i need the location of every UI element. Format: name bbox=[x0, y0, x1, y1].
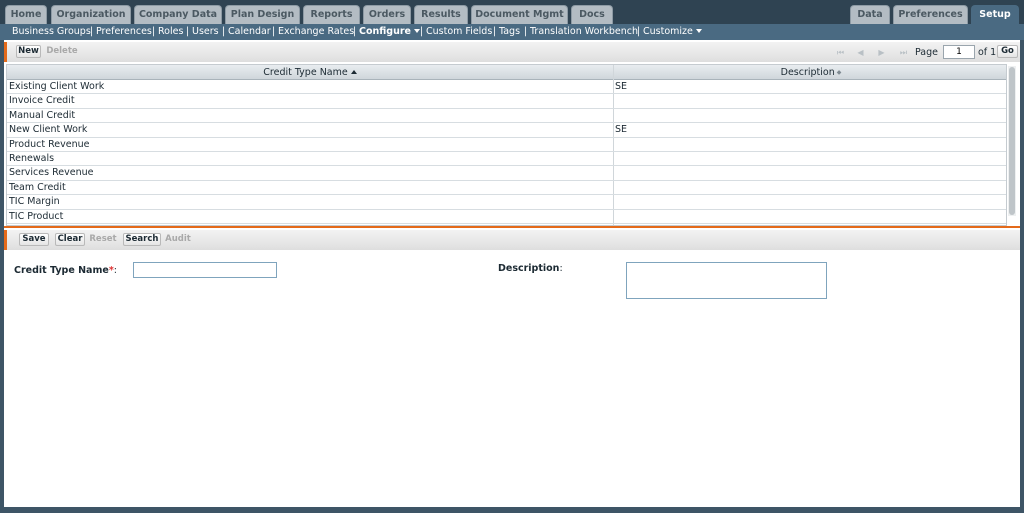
table-row[interactable]: New Client Work SE bbox=[7, 123, 1006, 138]
table-row[interactable]: Team Credit bbox=[7, 181, 1006, 196]
subnav-separator: | bbox=[353, 26, 357, 37]
credit-type-name-label-text: Credit Type Name bbox=[14, 265, 109, 276]
subnav-separator: | bbox=[222, 26, 226, 37]
tab-home[interactable]: Home bbox=[5, 5, 47, 24]
description-textarea[interactable] bbox=[626, 262, 827, 299]
table-row[interactable]: TIC Product bbox=[7, 210, 1006, 224]
tab-preferences[interactable]: Preferences bbox=[893, 5, 968, 24]
clear-button[interactable]: Clear bbox=[55, 233, 85, 246]
scrollbar-thumb[interactable] bbox=[1009, 67, 1015, 215]
sort-icon: ◆ bbox=[836, 69, 842, 76]
table-row[interactable]: TIC Margin bbox=[7, 195, 1006, 210]
description-label-text: Description bbox=[498, 263, 560, 274]
tab-plan-design[interactable]: Plan Design bbox=[225, 5, 300, 24]
table-row[interactable]: Product Revenue bbox=[7, 138, 1006, 152]
search-button[interactable]: Search bbox=[123, 233, 161, 246]
subnav-separator: | bbox=[493, 26, 497, 37]
subnav-custom-fields[interactable]: Custom Fields bbox=[426, 24, 492, 39]
cell-credit-type-name: Product Revenue bbox=[9, 138, 90, 150]
cell-credit-type-name: New Client Work bbox=[9, 124, 88, 136]
tab-organization[interactable]: Organization bbox=[51, 5, 131, 24]
subnav-exchange-rates[interactable]: Exchange Rates bbox=[278, 24, 354, 39]
subnav-translation-workbench[interactable]: Translation Workbench bbox=[530, 24, 638, 39]
cell-credit-type-name: TIC Product bbox=[9, 210, 64, 222]
label-colon: : bbox=[559, 263, 563, 274]
sort-ascending-icon bbox=[350, 70, 357, 74]
column-credit-type-name[interactable]: Credit Type Name bbox=[7, 65, 613, 80]
subnav-roles[interactable]: Roles bbox=[158, 24, 183, 39]
subnav-separator: | bbox=[90, 26, 94, 37]
table-row[interactable]: Manual Credit bbox=[7, 109, 1006, 124]
subnav-customize-label: Customize bbox=[643, 26, 693, 37]
subnav-preferences[interactable]: Preferences bbox=[96, 24, 152, 39]
prev-page-icon[interactable]: ◀ bbox=[856, 48, 865, 57]
form-toolbar: Save Clear Reset Search Audit bbox=[4, 230, 1020, 250]
tab-setup[interactable]: Setup bbox=[971, 5, 1019, 24]
tab-data[interactable]: Data bbox=[850, 5, 890, 24]
cell-description: SE bbox=[615, 124, 628, 136]
delete-button[interactable]: Delete bbox=[45, 45, 79, 58]
tab-reports[interactable]: Reports bbox=[303, 5, 360, 24]
cell-credit-type-name: Existing Client Work bbox=[9, 81, 105, 92]
last-page-icon[interactable]: ⏭ bbox=[899, 48, 908, 57]
tab-results[interactable]: Results bbox=[414, 5, 468, 24]
audit-button[interactable]: Audit bbox=[163, 233, 193, 246]
tab-document-mgmt[interactable]: Document Mgmt bbox=[471, 5, 568, 24]
subnav-separator: | bbox=[186, 26, 190, 37]
table-row[interactable]: Existing Client Work SE bbox=[7, 80, 1006, 95]
table-row[interactable]: Renewals bbox=[7, 152, 1006, 167]
cell-credit-type-name: TIC Margin bbox=[9, 196, 60, 208]
table-row[interactable]: Services Revenue bbox=[7, 166, 1006, 181]
new-button[interactable]: New bbox=[16, 45, 41, 58]
column-description[interactable]: Description ◆ bbox=[614, 65, 1006, 80]
tab-docs[interactable]: Docs bbox=[571, 5, 613, 24]
credit-type-name-label: Credit Type Name*: bbox=[14, 265, 117, 276]
cell-credit-type-name: Services Revenue bbox=[9, 167, 94, 179]
subnav-separator: | bbox=[152, 26, 156, 37]
subnav-customize[interactable]: Customize bbox=[643, 24, 702, 39]
page-label: Page bbox=[915, 47, 938, 58]
tab-company-data[interactable]: Company Data bbox=[134, 5, 222, 24]
label-colon: : bbox=[113, 265, 117, 276]
subnav-separator: | bbox=[524, 26, 528, 37]
page-count: of 1 bbox=[978, 47, 997, 58]
cell-credit-type-name: Team Credit bbox=[9, 181, 66, 193]
description-label: Description: bbox=[498, 263, 563, 274]
first-page-icon[interactable]: ⏮ bbox=[836, 48, 845, 57]
go-button[interactable]: Go bbox=[997, 45, 1018, 58]
grid-toolbar: New Delete ⏮ ◀ ▶ ⏭ Page of 1 Go bbox=[4, 42, 1020, 62]
column-label: Credit Type Name bbox=[263, 67, 348, 78]
grid-scrollbar[interactable] bbox=[1008, 66, 1016, 216]
subnav-separator: | bbox=[637, 26, 641, 37]
grid-header: Credit Type Name Description ◆ bbox=[7, 65, 1006, 80]
page-number-input[interactable] bbox=[943, 45, 975, 59]
save-button[interactable]: Save bbox=[19, 233, 49, 246]
subnav-business-groups[interactable]: Business Groups bbox=[12, 24, 91, 39]
subnav-users[interactable]: Users bbox=[192, 24, 219, 39]
reset-button[interactable]: Reset bbox=[87, 233, 119, 246]
subnav-configure[interactable]: Configure bbox=[359, 24, 420, 39]
section-divider[interactable] bbox=[4, 226, 1020, 228]
cell-credit-type-name: Manual Credit bbox=[9, 109, 76, 121]
main-panel: New Delete ⏮ ◀ ▶ ⏭ Page of 1 Go Credit T… bbox=[4, 40, 1020, 507]
sub-navigation: Business Groups | Preferences | Roles | … bbox=[0, 24, 1024, 40]
subnav-separator: | bbox=[272, 26, 276, 37]
cell-description: SE bbox=[615, 81, 628, 92]
next-page-icon[interactable]: ▶ bbox=[877, 48, 886, 57]
chevron-down-icon bbox=[695, 29, 702, 33]
tab-orders[interactable]: Orders bbox=[363, 5, 411, 24]
subnav-tags[interactable]: Tags bbox=[499, 24, 520, 39]
subnav-configure-label: Configure bbox=[359, 26, 411, 37]
top-tab-bar: Home Organization Company Data Plan Desi… bbox=[0, 0, 1024, 24]
column-label: Description bbox=[780, 67, 835, 78]
credit-type-name-input[interactable] bbox=[133, 262, 277, 278]
cell-credit-type-name: Invoice Credit bbox=[9, 95, 75, 107]
cell-credit-type-name: Renewals bbox=[9, 153, 55, 164]
subnav-calendar[interactable]: Calendar bbox=[228, 24, 271, 39]
subnav-separator: | bbox=[420, 26, 424, 37]
table-row[interactable]: Invoice Credit bbox=[7, 94, 1006, 109]
credit-type-grid: Credit Type Name Description ◆ Existing C… bbox=[6, 64, 1007, 226]
